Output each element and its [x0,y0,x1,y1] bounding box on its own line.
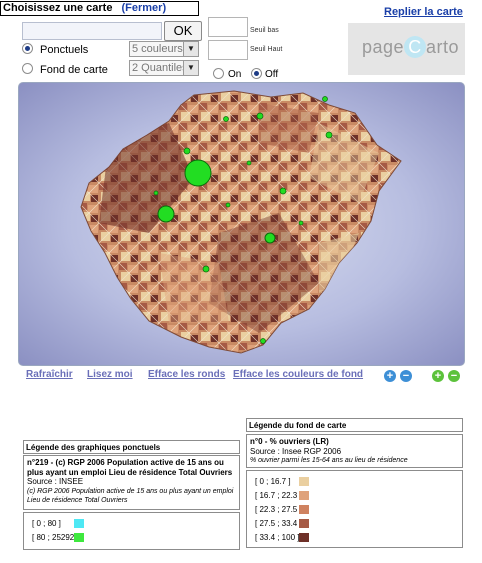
map-chooser-title: Choisissez une carte (Fermer) [0,1,199,16]
chevron-down-icon[interactable]: ▼ [183,61,198,75]
map-choice-field[interactable] [22,22,162,40]
point-legend-header: Légende des graphiques ponctuels [23,440,240,454]
classification-select[interactable]: 2 Quantiles ▼ [129,60,199,76]
circle-marker[interactable] [260,338,266,344]
on-label: On [228,69,242,80]
legend-class-row: [ 80 ; 25292 ] [32,533,84,543]
chevron-down-icon[interactable]: ▼ [183,42,198,56]
on-radio[interactable] [213,68,224,79]
off-radio[interactable] [251,68,262,79]
zoom-out-icon[interactable]: − [400,370,412,382]
circle-marker[interactable] [298,220,304,226]
legend-swatch [299,491,309,501]
legend-swatch [74,519,84,529]
fond-de-carte-radio[interactable] [22,63,33,74]
fond-legend-header: Légende du fond de carte [246,418,463,432]
legend-class-row: [ 27.5 ; 33.4 ] [255,519,309,529]
close-link[interactable]: (Fermer) [122,2,167,14]
high-threshold-input[interactable] [208,40,248,60]
fond-legend-info: n°0 - % ouvriers (LR) Source : Insee RGP… [246,434,463,468]
ponctuels-radio[interactable] [22,43,33,54]
pagecarto-logo: page Carto [348,23,465,75]
legend-swatch [299,505,309,515]
point-legend-source: Source : INSEE [27,477,84,486]
circle-marker[interactable] [223,116,229,122]
ponctuels-label: Ponctuels [40,44,89,56]
circle-marker[interactable] [202,265,210,273]
circle-marker[interactable] [153,190,159,196]
legend-swatch [299,519,309,529]
point-legend-note: (c) RGP 2006 Population active de 15 ans… [27,487,234,505]
point-legend-classes: [ 0 ; 80 ] [ 80 ; 25292 ] [23,512,240,550]
fond-de-carte-label: Fond de carte [40,64,108,76]
legend-class-row: [ 0 ; 16.7 ] [255,477,309,487]
circle-marker[interactable] [246,160,252,166]
circle-marker[interactable] [322,96,328,102]
legend-class-row: [ 16.7 ; 22.3 ] [255,491,309,501]
legend-class-row: [ 0 ; 80 ] [32,519,84,529]
large-circle-marker[interactable] [184,159,212,187]
zoom-in-icon[interactable]: + [384,370,396,382]
ok-button[interactable]: OK [164,21,202,41]
circle-marker[interactable] [279,187,287,195]
circle-marker[interactable] [183,147,191,155]
refresh-link[interactable]: Rafraîchir [26,369,73,380]
read-me-link[interactable]: Lisez moi [87,369,133,380]
off-label: Off [265,69,279,80]
map-viewport[interactable] [18,82,465,366]
circle-size-down-icon[interactable]: − [448,370,460,382]
legend-swatch [74,533,84,543]
colors-count-value: 5 couleurs [132,43,183,55]
point-legend-info: n°219 - (c) RGP 2006 Population active d… [23,455,240,510]
classification-value: 2 Quantiles [132,62,188,74]
clear-colors-link[interactable]: Efface les couleurs de fond [233,369,363,380]
low-threshold-input[interactable] [208,17,248,37]
circle-marker[interactable] [325,131,333,139]
collapse-map-link[interactable]: Replier la carte [384,6,463,18]
clear-circles-link[interactable]: Efface les ronds [148,369,225,380]
circle-marker[interactable] [225,202,231,208]
circle-marker[interactable] [157,205,175,223]
logo-text: page Carto [362,36,460,58]
fond-legend-indicator: n°0 - % ouvriers (LR) [250,437,329,446]
fond-legend-note: % ouvrier parmi les 15-64 ans au lieu de… [250,457,408,464]
high-threshold-label: Seuil Haut [250,46,283,53]
circle-marker[interactable] [264,232,276,244]
map-chooser-label: Choisissez une carte [3,2,113,14]
region-map[interactable] [19,83,465,366]
legend-swatch [299,533,309,543]
circle-marker[interactable] [256,112,264,120]
low-threshold-label: Seuil bas [250,27,279,34]
fond-legend-source: Source : Insee RGP 2006 [250,446,342,456]
circle-size-up-icon[interactable]: + [432,370,444,382]
legend-class-row: [ 33.4 ; 100 ] [255,533,309,543]
point-legend-indicator: n°219 - (c) RGP 2006 Population active d… [27,458,233,477]
fond-legend-classes: [ 0 ; 16.7 ] [ 16.7 ; 22.3 ] [ 22.3 ; 27… [246,470,463,548]
legend-swatch [299,477,309,487]
colors-count-select[interactable]: 5 couleurs ▼ [129,41,199,57]
legend-class-row: [ 22.3 ; 27.5 ] [255,505,309,515]
